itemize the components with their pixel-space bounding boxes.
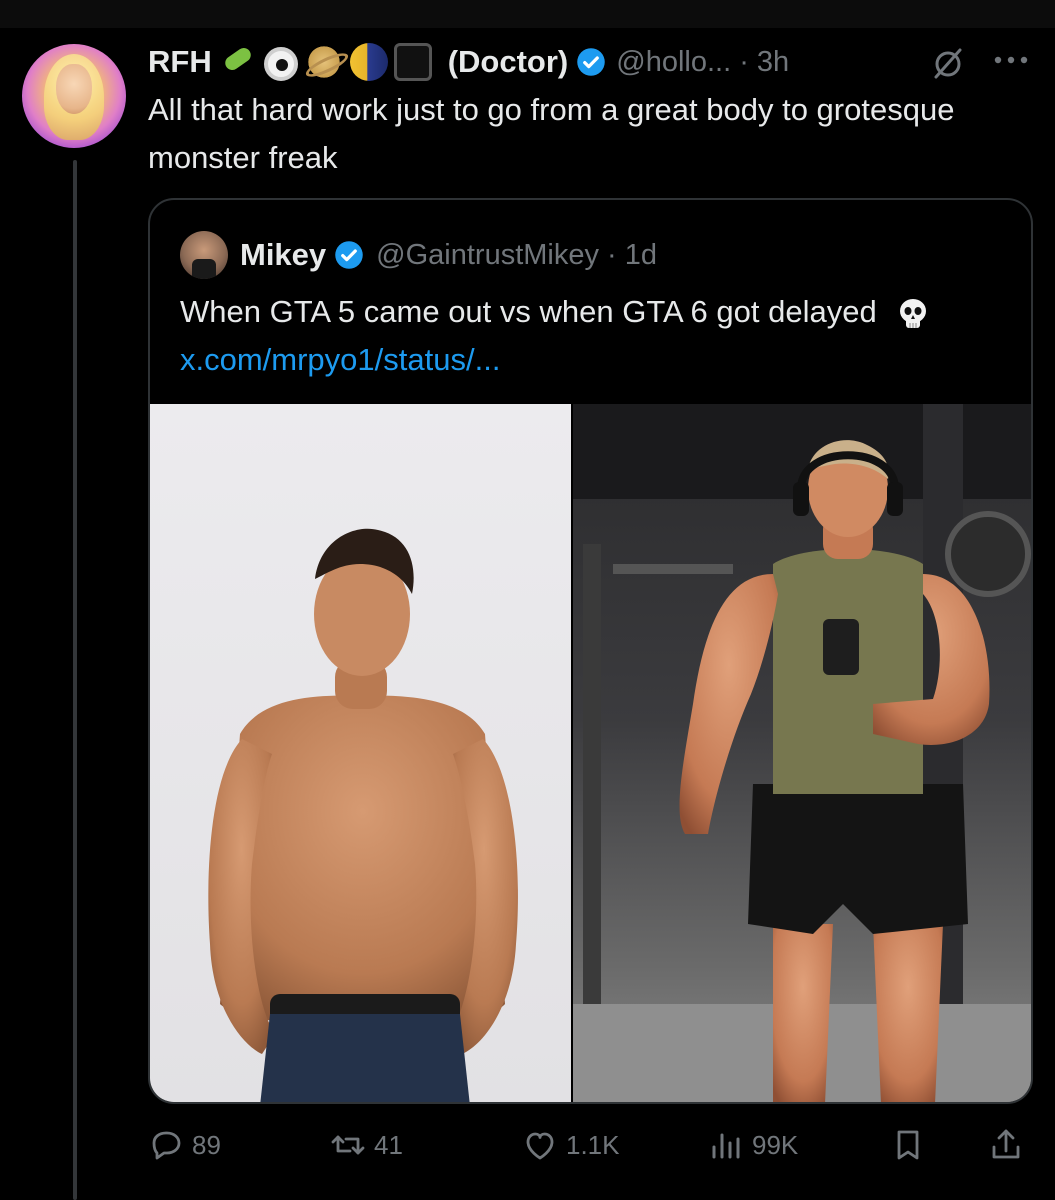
author-avatar[interactable] — [22, 44, 126, 148]
quoted-author-avatar[interactable] — [180, 231, 228, 279]
views-count: 99K — [752, 1129, 799, 1160]
lizard-icon — [218, 42, 258, 82]
verified-badge-icon — [577, 48, 606, 76]
quoted-author-handle-time[interactable]: @GaintrustMikey · 1d — [376, 239, 657, 272]
share-button[interactable] — [988, 1120, 1032, 1170]
quoted-tweet-link[interactable]: x.com/mrpyo1/status/... — [180, 342, 500, 377]
thread-line — [73, 160, 77, 1200]
views-button[interactable]: 99K — [708, 1120, 798, 1170]
repost-button[interactable]: 41 — [330, 1120, 403, 1170]
repost-icon — [331, 1135, 365, 1155]
verified-badge-icon — [335, 241, 363, 269]
media-photo-left[interactable] — [150, 404, 571, 1102]
author-suffix: (Doctor) — [447, 44, 569, 79]
media-photo-right[interactable] — [573, 404, 1031, 1102]
author-name[interactable]: RFH — [148, 44, 212, 80]
photo-right-illustration — [573, 404, 1031, 1102]
quoted-text-body: When GTA 5 came out vs when GTA 6 got de… — [180, 294, 877, 329]
more-options-icon[interactable] — [990, 48, 1032, 72]
author-handle-time[interactable]: @hollo... · 3h — [616, 46, 789, 79]
skull-icon — [900, 298, 927, 328]
share-icon — [992, 1129, 1020, 1159]
bookmark-button[interactable] — [890, 1120, 934, 1170]
quoted-tweet-header: Mikey @GaintrustMikey · 1d — [180, 230, 657, 280]
like-count: 1.1K — [566, 1129, 620, 1160]
tweet-actions: 89 41 1.1K 99K — [148, 1120, 1033, 1170]
tweet-text: All that hard work just to go from a gre… — [148, 92, 955, 175]
quoted-author-name[interactable]: Mikey — [240, 237, 326, 273]
reply-button[interactable]: 89 — [148, 1120, 221, 1170]
bookmark-icon — [897, 1130, 919, 1160]
repost-count: 41 — [374, 1129, 403, 1160]
saturn-icon — [303, 42, 344, 82]
reply-count: 89 — [192, 1129, 221, 1160]
quoted-tweet-text: When GTA 5 came out vs when GTA 6 got de… — [180, 288, 1000, 384]
moon-icon — [349, 43, 388, 81]
reply-icon — [152, 1131, 181, 1160]
views-icon — [712, 1133, 740, 1159]
tweet-header: RFH (Doctor) @hollo... · 3h — [148, 40, 789, 84]
top-bar — [0, 0, 1055, 28]
eye-icon — [263, 46, 298, 81]
quoted-tweet[interactable]: Mikey @GaintrustMikey · 1d When GTA 5 ca… — [148, 198, 1033, 1104]
heart-icon — [526, 1132, 554, 1160]
photo-left-illustration — [208, 528, 518, 1102]
black-square-icon — [393, 43, 432, 81]
like-button[interactable]: 1.1K — [522, 1120, 620, 1170]
grok-icon[interactable] — [928, 44, 968, 84]
